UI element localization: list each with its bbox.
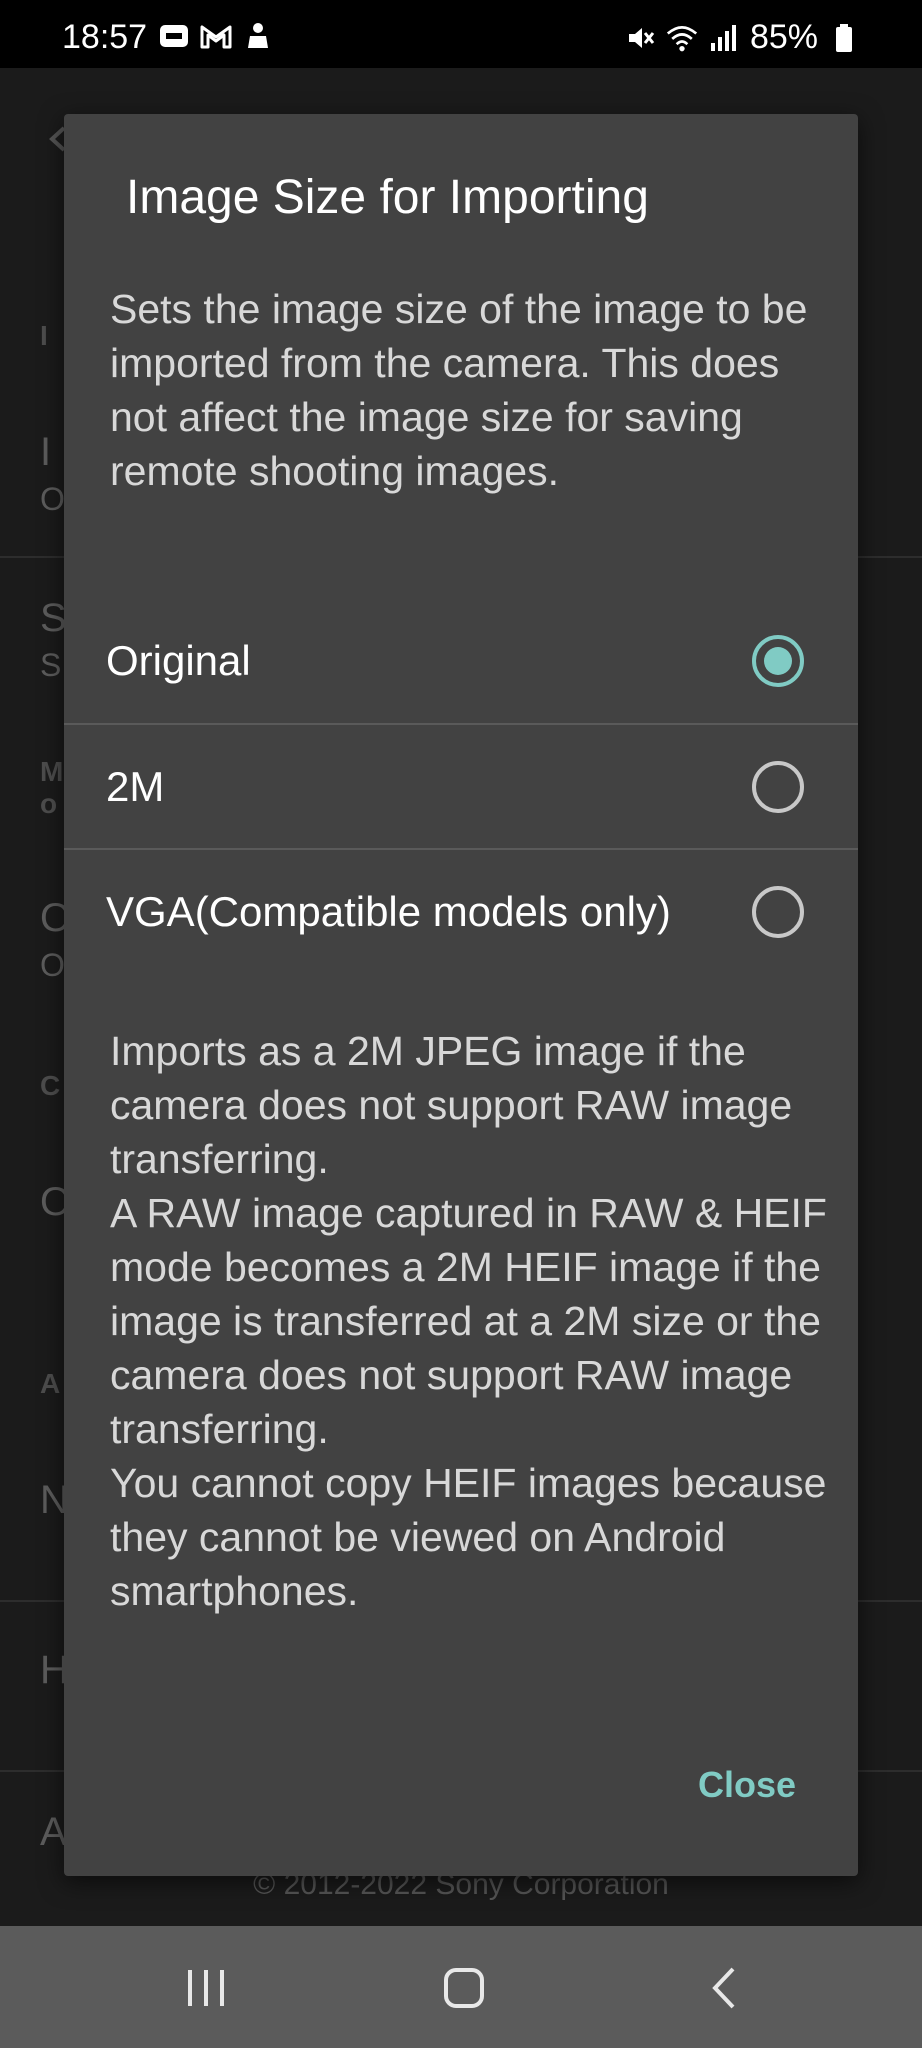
dialog-description: Sets the image size of the image to be i… <box>110 286 808 494</box>
bg-list-item: A <box>40 1810 67 1854</box>
image-size-options: Original 2M VGA(Compatible models only) <box>64 598 858 973</box>
bg-list-item: SS <box>40 596 67 683</box>
notification-icon <box>158 22 190 50</box>
option-2m[interactable]: 2M <box>64 723 858 848</box>
bg-list-item: IO <box>40 430 65 517</box>
gmail-icon <box>200 22 232 50</box>
option-label: VGA(Compatible models only) <box>106 887 671 935</box>
bg-section-header: Mo <box>40 756 64 819</box>
back-icon[interactable] <box>694 1960 754 2016</box>
status-right-icons: 85% <box>624 18 860 57</box>
radio-selected-icon[interactable] <box>752 634 804 687</box>
option-vga[interactable]: VGA(Compatible models only) <box>64 848 858 973</box>
bg-section-header: A <box>40 1368 61 1399</box>
battery-percent: 85% <box>749 18 818 56</box>
screen: 18:57 85% I I O S S M o O O C O A N H A … <box>0 0 922 2048</box>
navigation-bar <box>0 1926 922 2048</box>
option-label: 2M <box>106 762 165 810</box>
battery-icon <box>828 23 860 52</box>
bg-section-header: C <box>40 1070 61 1101</box>
radio-unselected-icon[interactable] <box>752 885 804 938</box>
dialog-title: Image Size for Importing <box>126 171 649 224</box>
radio-unselected-icon[interactable] <box>752 760 804 813</box>
status-time: 18:57 <box>62 18 148 56</box>
option-original[interactable]: Original <box>64 598 858 723</box>
home-icon[interactable] <box>434 1960 494 2016</box>
dialog-note: Imports as a 2M JPEG image if the camera… <box>110 1028 827 1614</box>
close-button[interactable]: Close <box>698 1764 796 1806</box>
bg-section-header: I <box>40 320 48 351</box>
image-size-dialog: Image Size for Importing Sets the image … <box>64 114 858 1876</box>
status-left-icons <box>158 22 274 50</box>
recent-apps-icon[interactable] <box>176 1960 236 2016</box>
option-label: Original <box>106 636 251 684</box>
android-robot-icon <box>242 22 274 50</box>
signal-icon <box>708 24 740 52</box>
wifi-icon <box>666 24 698 52</box>
status-bar: 18:57 85% <box>0 0 922 68</box>
mute-icon <box>624 24 656 52</box>
